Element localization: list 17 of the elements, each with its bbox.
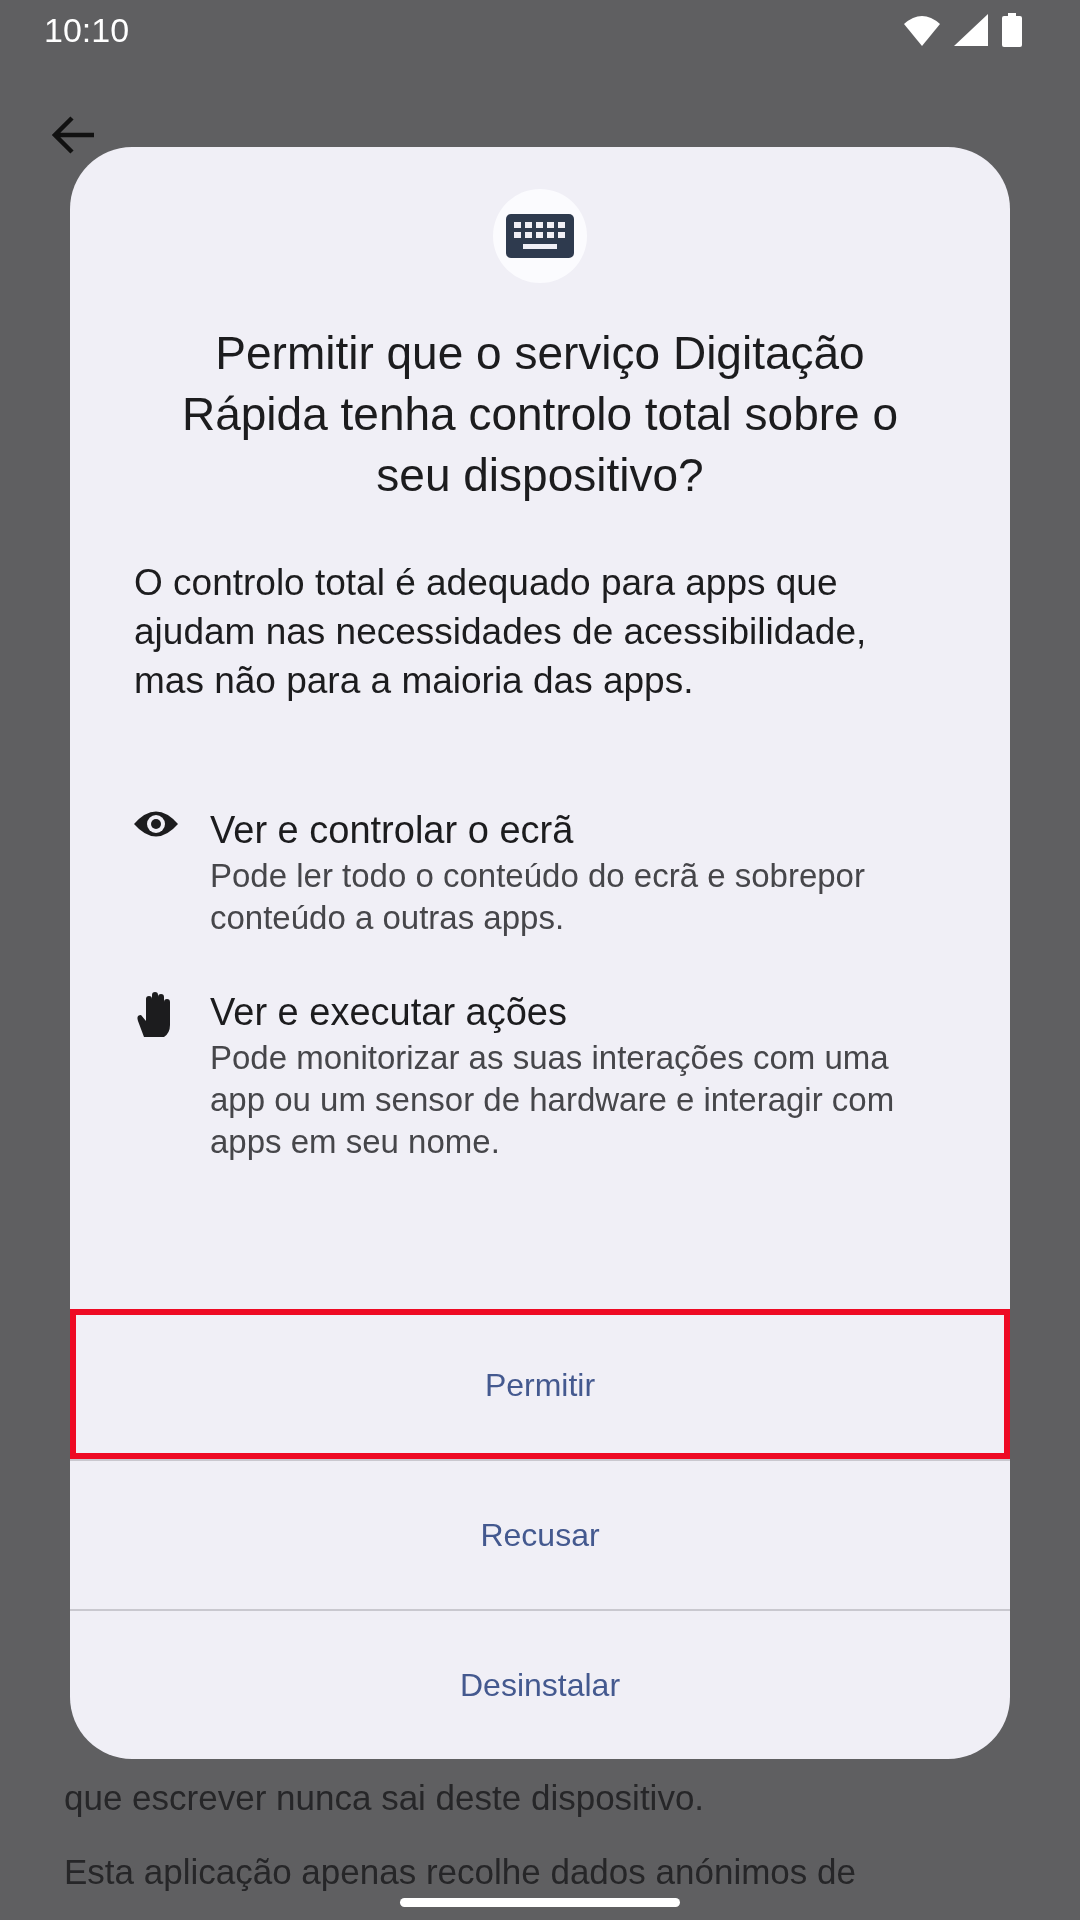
- dialog-button[interactable]: Permitir: [70, 1309, 1010, 1459]
- dialog-title: Permitir que o serviço Digitação Rápida tenha controlo total sobre o seu dispositivo?: [180, 326, 899, 503]
- body-text: Esta aplicação apenas recolhe dados anónimos de: [64, 1851, 857, 1893]
- permission-description: Pode monitorizar as suas interações com uma app ou um sensor de hardware e interagir com apps em seu nome.: [210, 1038, 896, 1162]
- permission-title: Ver e controlar o ecrã: [210, 808, 575, 853]
- dialog-message: O controlo total é adequado para apps que ajudam nas necessidades de acessibilidade, mas não para a maioria das apps.: [134, 561, 868, 703]
- permission-description: Pode ler todo o conteúdo do ecrã e sobrepor conteúdo a outras apps.: [210, 856, 866, 938]
- battery-icon: [1002, 13, 1022, 47]
- dialog-button[interactable]: Recusar: [70, 1459, 1010, 1609]
- status-time: 10:10: [44, 10, 130, 50]
- dialog-button[interactable]: Desinstalar: [70, 1609, 1010, 1759]
- eye-icon: [134, 809, 178, 839]
- signal-icon: [954, 14, 988, 46]
- back-arrow-icon[interactable]: [52, 115, 96, 155]
- permission-title: Ver e executar ações: [210, 990, 568, 1035]
- wifi-icon: [904, 14, 940, 46]
- body-text: que escrever nunca sai deste dispositivo.: [64, 1777, 706, 1819]
